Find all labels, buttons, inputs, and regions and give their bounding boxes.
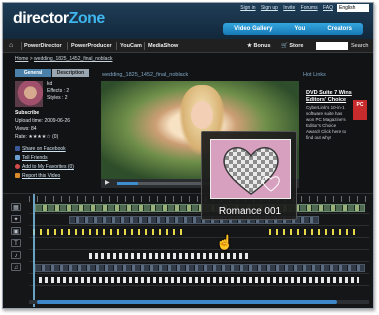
top-links: Sign in Sign up Invite Forums FAQ — [236, 5, 333, 11]
styles-count[interactable]: Styles : 2 — [47, 95, 68, 101]
nav-powerdirector[interactable]: PowerDirector — [24, 39, 62, 53]
tell-friends-label: Tell Friends — [22, 155, 48, 161]
page-content: Home > wedding_1825_1452_final_noblack G… — [3, 53, 373, 193]
video-info-panel: General Description kd Effects : 2 Style… — [15, 69, 99, 189]
timeline-editor: ▦ ✦ ▣ T ♪ ♫ — [3, 193, 373, 308]
hot-links-title: Hot Links — [303, 72, 326, 78]
effects-count[interactable]: Effects : 2 — [47, 88, 69, 94]
main-nav: Video Gallery You Creators — [223, 23, 363, 35]
hot-links-heading: Hot Links — [303, 72, 369, 78]
video-track[interactable] — [29, 203, 369, 214]
template-thumbnail — [210, 139, 291, 199]
facebook-icon — [15, 146, 20, 151]
progress-fill — [117, 182, 138, 185]
audio-clips[interactable] — [89, 253, 249, 259]
video-clips[interactable] — [35, 204, 365, 212]
tell-friends-link[interactable]: Tell Friends — [15, 155, 48, 161]
nav-divider — [144, 42, 145, 50]
link-faq[interactable]: FAQ — [323, 5, 333, 11]
video-frame-face — [191, 101, 213, 129]
timeline-playhead[interactable] — [33, 194, 35, 307]
nav-divider — [67, 42, 68, 50]
language-select[interactable]: English — [337, 4, 369, 12]
tab-general[interactable]: General — [15, 69, 51, 77]
add-favorites-label: Add to My Favorites (0) — [22, 164, 74, 170]
nav-bonus-label: Bonus — [253, 43, 271, 49]
extra-clips[interactable] — [39, 277, 359, 283]
music-clips[interactable] — [35, 264, 365, 272]
overlay-markers[interactable] — [33, 229, 183, 235]
film-icon[interactable]: ▦ — [11, 203, 21, 211]
pc-magazine-badge: PC — [353, 100, 367, 120]
hand-cursor-icon: ☝ — [216, 234, 234, 250]
music-icon[interactable]: ♫ — [11, 263, 21, 271]
title-track[interactable] — [29, 239, 369, 250]
heart-icon — [15, 164, 20, 169]
view-count: Views: 84 — [15, 126, 37, 132]
timeline-scrollbar[interactable] — [29, 300, 369, 304]
timeline-ruler[interactable] — [29, 196, 369, 202]
rating[interactable]: Rate: ★★★★☆ (0) — [15, 134, 58, 140]
home-icon[interactable]: ⌂ — [9, 42, 17, 50]
nav-powerproducer[interactable]: PowerProducer — [71, 39, 112, 53]
star-icon: ★ — [247, 43, 252, 49]
breadcrumb: Home > wedding_1825_1452_final_noblack — [15, 56, 113, 62]
share-facebook-link[interactable]: Share on Facebook — [15, 146, 66, 152]
extra-track[interactable] — [29, 275, 369, 286]
scrollbar-thumb[interactable] — [37, 300, 337, 304]
search-input[interactable] — [316, 42, 348, 50]
search-button[interactable]: Search — [351, 39, 368, 53]
breadcrumb-page[interactable]: wedding_1825_1452_final_noblack — [34, 56, 112, 62]
add-favorites-link[interactable]: Add to My Favorites (0) — [15, 164, 74, 170]
share-facebook-label: Share on Facebook — [22, 146, 66, 152]
effect-track[interactable] — [29, 215, 369, 226]
link-invite[interactable]: Invite — [283, 5, 295, 11]
ad-body-text: CyberLink's 10-in-1 software suite has w… — [306, 105, 347, 140]
logo-text-director: director — [13, 10, 69, 27]
nav-bonus[interactable]: ★ Bonus — [247, 39, 271, 53]
report-video-label: Report this Video — [22, 173, 61, 179]
link-sign-up[interactable]: Sign up — [261, 5, 278, 11]
subscribe-link[interactable]: Subscribe — [15, 110, 39, 116]
fx-icon[interactable]: ✦ — [11, 215, 21, 223]
nav-divider — [116, 42, 117, 50]
product-nav: ⌂ PowerDirector PowerProducer YouCam Med… — [3, 39, 373, 53]
heart-mask-icon — [223, 147, 280, 195]
friends-icon — [15, 155, 20, 160]
nav-creators[interactable]: Creators — [316, 23, 363, 35]
audio-icon[interactable]: ♪ — [11, 251, 21, 259]
overlay-markers-2[interactable] — [269, 229, 359, 235]
template-preview-popup: Romance 001 — [201, 131, 297, 220]
link-forums[interactable]: Forums — [301, 5, 318, 11]
cart-icon: 🛒 — [281, 43, 288, 49]
nav-youcam[interactable]: YouCam — [120, 39, 142, 53]
template-name: Romance 001 — [218, 206, 282, 217]
browser-frame: directorZone Sign in Sign up Invite Foru… — [2, 2, 374, 309]
avatar[interactable] — [15, 81, 43, 107]
video-title: wedding_1825_1452_final_noblack — [102, 72, 189, 78]
nav-video-gallery[interactable]: Video Gallery — [223, 23, 283, 35]
breadcrumb-home[interactable]: Home — [15, 56, 28, 62]
nav-mediashow[interactable]: MediaShow — [148, 39, 178, 53]
directorzone-logo[interactable]: directorZone — [13, 10, 105, 28]
nav-store[interactable]: 🛒 Store — [281, 39, 303, 53]
nav-divider — [21, 42, 22, 50]
overlay-icon[interactable]: ▣ — [11, 227, 21, 235]
nav-store-label: Store — [289, 43, 304, 49]
logo-text-zone: Zone — [68, 10, 106, 27]
flag-icon — [15, 173, 20, 178]
nav-you[interactable]: You — [283, 23, 316, 35]
subscribe-label: Subscribe — [15, 110, 40, 116]
overlay-track[interactable] — [29, 227, 369, 238]
report-video-link[interactable]: Report this Video — [15, 173, 60, 179]
link-sign-in[interactable]: Sign in — [240, 5, 255, 11]
play-icon[interactable]: ▶ — [105, 180, 110, 187]
username[interactable]: kd — [47, 81, 52, 87]
title-icon[interactable]: T — [11, 239, 21, 247]
tab-description[interactable]: Description — [52, 69, 89, 77]
site-header: directorZone Sign in Sign up Invite Foru… — [3, 3, 373, 39]
audio-track[interactable] — [29, 251, 369, 262]
music-track[interactable] — [29, 263, 369, 274]
upload-time: Upload time: 2009-06-26 — [15, 118, 71, 124]
